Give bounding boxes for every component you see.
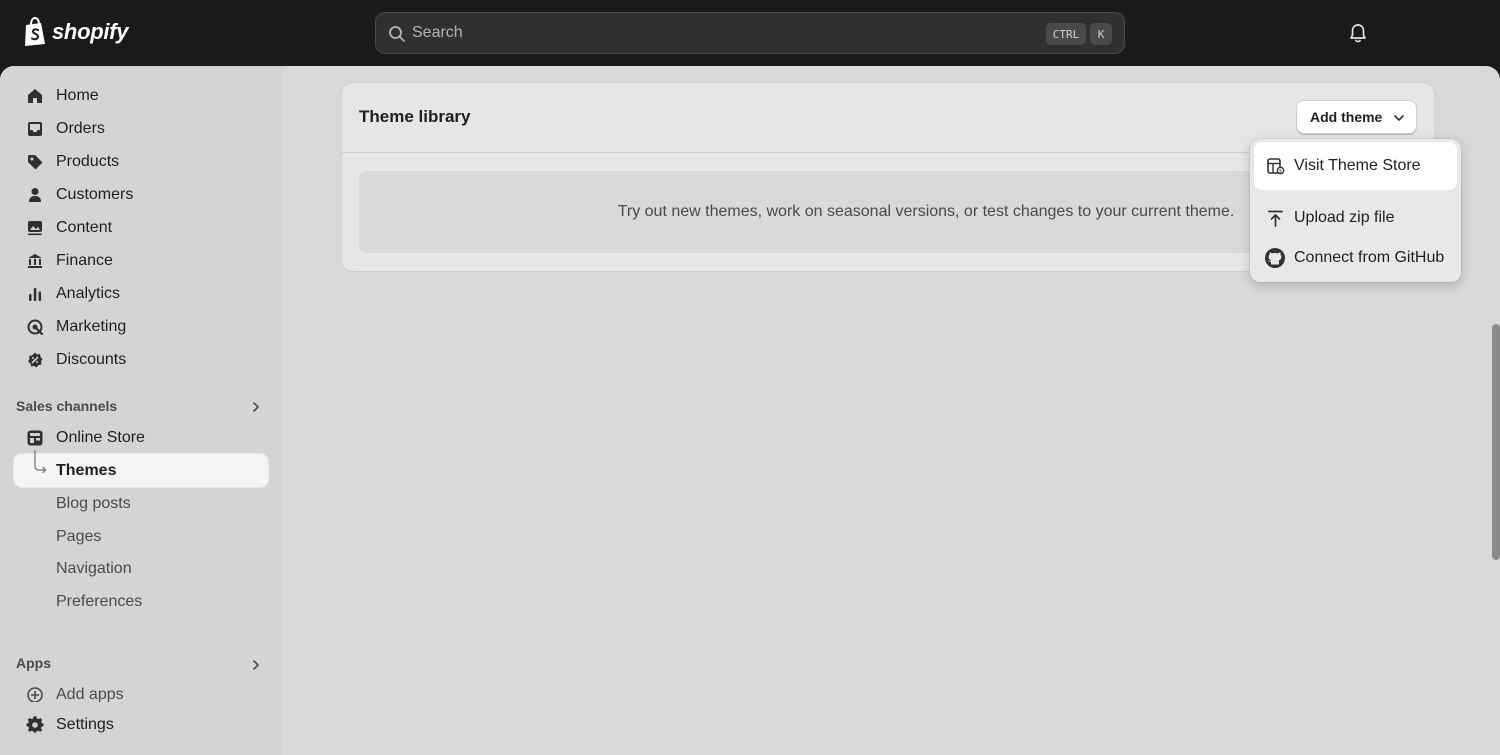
github-icon <box>1265 248 1285 268</box>
store-icon <box>27 430 43 446</box>
sidebar-item-products[interactable]: Products <box>14 145 268 178</box>
sidebar-item-label: Pages <box>56 528 102 545</box>
sidebar-item-finance[interactable]: Finance <box>14 244 268 277</box>
top-bar: shopify CTRL K <box>0 0 1500 66</box>
sidebar-item-label: Finance <box>56 252 113 269</box>
sidebar-item-label: Themes <box>56 462 117 479</box>
sidebar-item-online-store[interactable]: Online Store <box>14 421 268 454</box>
sidebar-item-label: Blog posts <box>56 495 131 512</box>
sidebar-item-label: Discounts <box>56 351 127 368</box>
brand-name: shopify <box>52 19 129 44</box>
chevron-right-icon[interactable] <box>250 401 262 413</box>
tree-connector-icon <box>34 450 47 474</box>
bank-icon <box>28 254 42 268</box>
shopify-bag-icon <box>25 17 45 46</box>
upload-icon <box>1268 210 1283 227</box>
sidebar-item-label: Orders <box>56 120 105 137</box>
sidebar-item-orders[interactable]: Orders <box>14 112 268 145</box>
menu-item-connect-from-github[interactable]: Connect from GitHub <box>1254 234 1457 282</box>
scrollbar-thumb[interactable] <box>1492 324 1500 560</box>
sidebar: Home Orders Products Customers Content F… <box>0 66 283 755</box>
sidebar-item-customers[interactable]: Customers <box>14 178 268 211</box>
theme-library-title: Theme library <box>359 107 471 126</box>
image-icon <box>28 221 42 236</box>
app-frame: Home Orders Products Customers Content F… <box>0 66 1500 755</box>
search-icon <box>389 26 405 42</box>
chevron-right-icon[interactable] <box>250 659 262 671</box>
sidebar-item-blog-posts[interactable]: Blog posts <box>14 487 268 520</box>
search-bar[interactable]: CTRL K <box>375 12 1125 54</box>
sidebar-item-label: Settings <box>56 716 114 733</box>
apps-heading[interactable]: Apps <box>16 655 51 671</box>
home-icon <box>28 89 42 103</box>
discount-icon <box>28 352 43 368</box>
sidebar-item-content[interactable]: Content <box>14 211 268 244</box>
sidebar-item-discounts[interactable]: Discounts <box>14 343 268 376</box>
sidebar-item-preferences[interactable]: Preferences <box>14 585 268 618</box>
sidebar-item-pages[interactable]: Pages <box>14 520 268 553</box>
sidebar-item-label: Home <box>56 87 99 104</box>
sidebar-item-label: Content <box>56 219 113 236</box>
bar-chart-icon <box>29 288 42 301</box>
menu-item-label: Connect from GitHub <box>1294 249 1445 266</box>
shopify-logo[interactable]: shopify <box>22 17 128 47</box>
sidebar-item-label: Preferences <box>56 593 143 610</box>
target-icon <box>27 319 44 336</box>
sales-channels-heading[interactable]: Sales channels <box>16 398 117 414</box>
theme-store-icon: $ <box>1267 158 1285 174</box>
menu-item-label: Visit Theme Store <box>1294 157 1421 174</box>
sidebar-item-label: Analytics <box>56 285 121 302</box>
sidebar-item-analytics[interactable]: Analytics <box>14 277 268 310</box>
inbox-icon <box>28 122 42 136</box>
sidebar-item-label: Online Store <box>56 429 145 446</box>
add-theme-label: Add theme <box>1310 109 1383 125</box>
chevron-down-icon <box>1394 115 1404 121</box>
shortcut-k-key: K <box>1090 23 1112 45</box>
sidebar-item-settings[interactable]: Settings <box>14 708 268 741</box>
sidebar-item-label: Navigation <box>56 560 132 577</box>
sidebar-item-label: Marketing <box>56 318 127 335</box>
sidebar-item-label: Products <box>56 153 120 170</box>
menu-item-visit-theme-store[interactable]: $ Visit Theme Store <box>1254 142 1457 190</box>
shortcut-ctrl-key: CTRL <box>1046 23 1086 45</box>
sidebar-item-themes[interactable]: Themes <box>14 454 268 487</box>
person-icon <box>29 188 41 202</box>
sidebar-item-navigation[interactable]: Navigation <box>14 552 268 585</box>
gear-icon <box>26 716 44 733</box>
sidebar-item-marketing[interactable]: Marketing <box>14 310 268 343</box>
settings-bar: Settings <box>0 702 283 755</box>
sidebar-item-home[interactable]: Home <box>14 79 268 112</box>
add-theme-menu: $ Visit Theme Store Upload zip file Conn… <box>1250 139 1461 282</box>
search-input[interactable] <box>412 13 1012 53</box>
add-theme-button[interactable]: Add theme <box>1296 100 1417 134</box>
sidebar-item-label: Customers <box>56 186 134 203</box>
notification-bell-icon[interactable] <box>1348 22 1368 44</box>
tag-icon <box>28 155 43 170</box>
svg-text:$: $ <box>1279 168 1282 174</box>
